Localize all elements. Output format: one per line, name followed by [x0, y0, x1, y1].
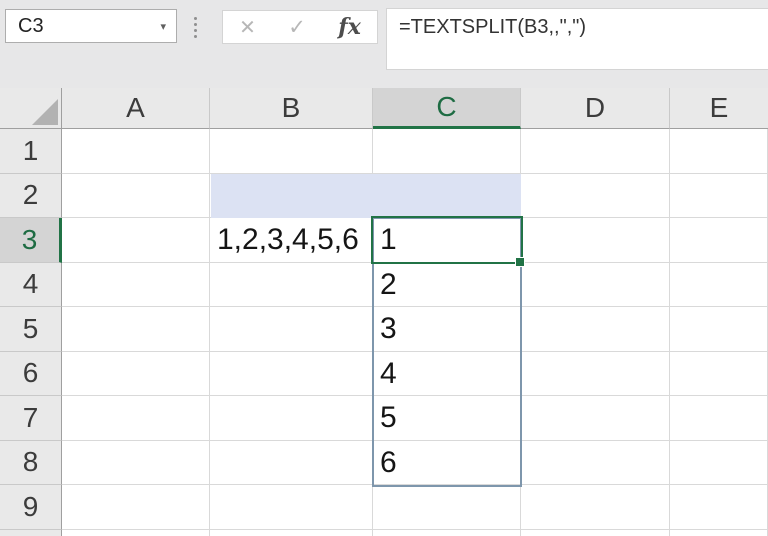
cell-d4[interactable] [521, 262, 670, 307]
column-headers: A B C D E [62, 88, 768, 129]
cell-c3[interactable]: 1 [373, 218, 521, 263]
cell-c2[interactable] [373, 173, 521, 218]
cell-c9[interactable] [373, 485, 521, 530]
cell-e4[interactable] [670, 262, 768, 307]
cell-e9[interactable] [670, 485, 768, 530]
formula-toolbar: C3 ▾ ✕ ✓ fx =TEXTSPLIT(B3,,",") [0, 0, 768, 88]
cell-c6[interactable]: 4 [373, 351, 521, 396]
cell-a7[interactable] [62, 396, 210, 441]
row-header-7[interactable]: 7 [0, 396, 62, 441]
cell-e5[interactable] [670, 307, 768, 352]
insert-function-icon[interactable]: fx [338, 14, 361, 40]
name-box[interactable]: C3 ▾ [5, 9, 177, 43]
fill-handle[interactable] [515, 257, 525, 267]
row-header-4[interactable]: 4 [0, 262, 62, 307]
column-header-b[interactable]: B [210, 88, 373, 129]
cell-b6[interactable] [210, 351, 373, 396]
column-header-d[interactable]: D [521, 88, 670, 129]
row-header-5[interactable]: 5 [0, 307, 62, 352]
cell-b4[interactable] [210, 262, 373, 307]
cell-b7[interactable] [210, 396, 373, 441]
cell-d8[interactable] [521, 440, 670, 485]
cell-e10[interactable] [670, 529, 768, 536]
column-header-a[interactable]: A [62, 88, 210, 129]
name-box-dropdown-icon[interactable]: ▾ [160, 20, 166, 33]
row-header-8[interactable]: 8 [0, 440, 62, 485]
cell-grid: 1,2,3,4,5,6 1 2 3 4 5 6 [62, 129, 768, 536]
cell-d2[interactable] [521, 173, 670, 218]
row-headers: 1 2 3 4 5 6 7 8 9 [0, 129, 62, 536]
cell-b10[interactable] [210, 529, 373, 536]
cell-e6[interactable] [670, 351, 768, 396]
cell-c4[interactable]: 2 [373, 262, 521, 307]
cell-a10[interactable] [62, 529, 210, 536]
cell-c8[interactable]: 6 [373, 440, 521, 485]
cell-e8[interactable] [670, 440, 768, 485]
column-header-e[interactable]: E [670, 88, 768, 129]
name-box-value: C3 [18, 14, 44, 37]
formula-bar-drag-handle-icon [194, 17, 197, 38]
row-header-3[interactable]: 3 [0, 218, 62, 263]
cell-b2[interactable] [210, 173, 373, 218]
enter-icon[interactable]: ✓ [288, 15, 306, 40]
row-header-10-partial[interactable] [0, 529, 62, 536]
cell-d1[interactable] [521, 129, 670, 174]
cell-c10[interactable] [373, 529, 521, 536]
cell-e3[interactable] [670, 218, 768, 263]
cell-a3[interactable] [62, 218, 210, 263]
cell-b5[interactable] [210, 307, 373, 352]
row-header-1[interactable]: 1 [0, 129, 62, 174]
cell-d10[interactable] [521, 529, 670, 536]
cell-e1[interactable] [670, 129, 768, 174]
formula-button-group: ✕ ✓ fx [222, 10, 378, 44]
cell-b8[interactable] [210, 440, 373, 485]
cell-a9[interactable] [62, 485, 210, 530]
cell-d9[interactable] [521, 485, 670, 530]
cell-b3[interactable]: 1,2,3,4,5,6 [210, 218, 373, 263]
cell-e7[interactable] [670, 396, 768, 441]
cell-d5[interactable] [521, 307, 670, 352]
row-header-9[interactable]: 9 [0, 485, 62, 530]
cell-a4[interactable] [62, 262, 210, 307]
cancel-icon[interactable]: ✕ [239, 15, 256, 40]
cell-b1[interactable] [210, 129, 373, 174]
select-all-triangle-icon [32, 99, 58, 125]
cell-d6[interactable] [521, 351, 670, 396]
cell-e2[interactable] [670, 173, 768, 218]
formula-input[interactable]: =TEXTSPLIT(B3,,",") [386, 8, 768, 70]
cell-a1[interactable] [62, 129, 210, 174]
cell-c7[interactable]: 5 [373, 396, 521, 441]
row-header-6[interactable]: 6 [0, 351, 62, 396]
cell-a8[interactable] [62, 440, 210, 485]
cell-a6[interactable] [62, 351, 210, 396]
cell-d3[interactable] [521, 218, 670, 263]
select-all-corner[interactable] [0, 88, 62, 129]
cell-a5[interactable] [62, 307, 210, 352]
cell-c5[interactable]: 3 [373, 307, 521, 352]
cell-b9[interactable] [210, 485, 373, 530]
cell-a2[interactable] [62, 173, 210, 218]
cell-d7[interactable] [521, 396, 670, 441]
column-header-c[interactable]: C [373, 88, 521, 129]
row-header-2[interactable]: 2 [0, 173, 62, 218]
cell-c1[interactable] [373, 129, 521, 174]
